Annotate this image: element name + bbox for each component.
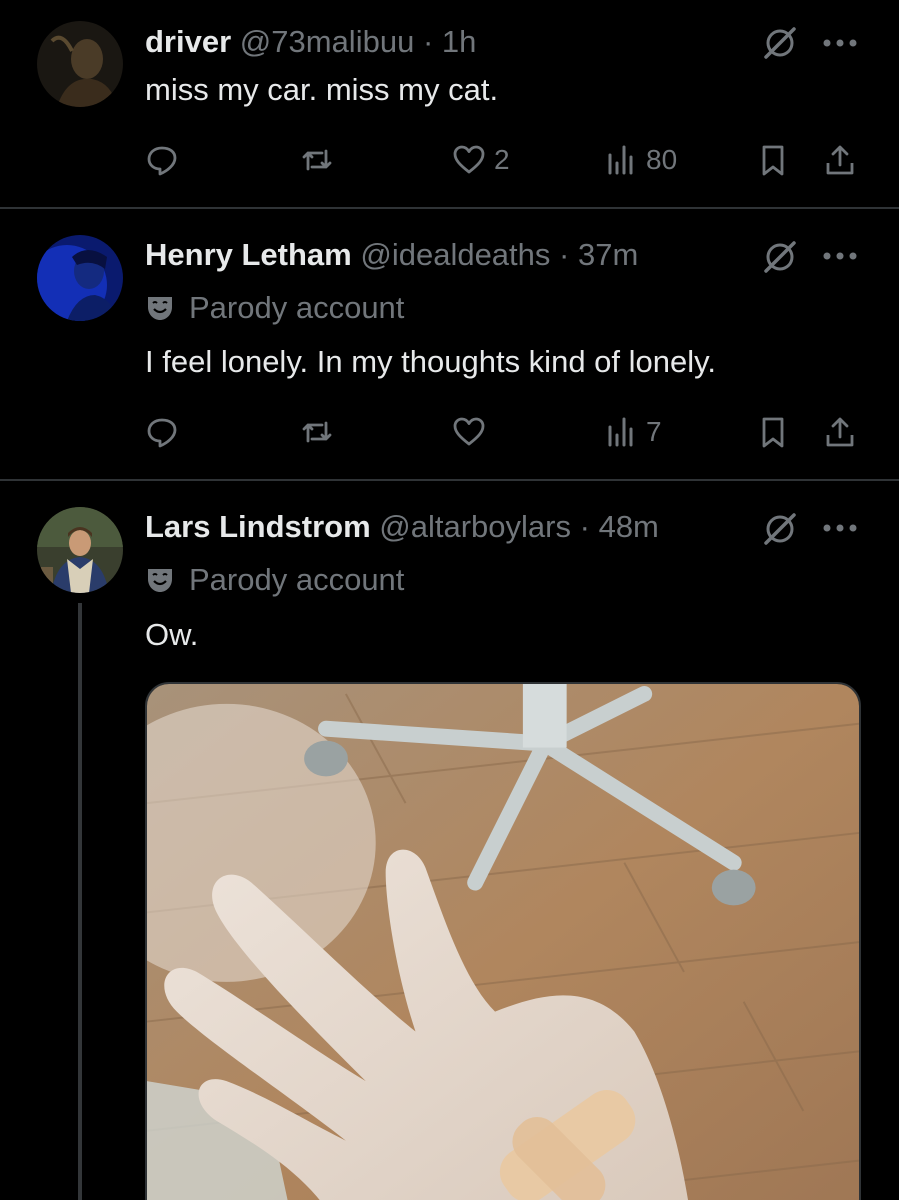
parody-label: Parody account (145, 561, 404, 599)
more-icon[interactable] (820, 521, 860, 535)
separator: · (422, 24, 434, 59)
share-button[interactable] (823, 140, 857, 180)
tweet-actions: 7 (0, 412, 899, 452)
heart-icon (453, 417, 485, 446)
repost-button[interactable] (300, 412, 342, 452)
tweet-actions: 2 80 (0, 140, 899, 180)
parody-text: Parody account (189, 562, 405, 597)
avatar[interactable] (37, 235, 123, 321)
bookmark-button[interactable] (756, 412, 790, 452)
heart-icon (453, 145, 485, 174)
reply-icon (147, 146, 177, 176)
views-count: 80 (646, 144, 678, 175)
display-name[interactable]: driver (145, 24, 231, 59)
more-icon[interactable] (820, 249, 860, 263)
tweet-header: Henry Letham @idealdeaths · 37m (145, 236, 638, 274)
grok-icon[interactable] (762, 25, 798, 61)
tweet-text: Ow. (145, 617, 199, 652)
views-icon (608, 417, 633, 447)
reply-button[interactable] (145, 412, 187, 452)
avatar[interactable] (37, 507, 123, 593)
parody-text: Parody account (189, 290, 405, 325)
bookmark-icon (762, 417, 784, 448)
bookmark-icon (762, 145, 784, 176)
grok-icon[interactable] (762, 511, 798, 547)
tweet[interactable]: Henry Letham @idealdeaths · 37m Parody a… (0, 209, 899, 479)
display-name[interactable]: Lars Lindstrom (145, 509, 371, 544)
tweet[interactable]: driver @73malibuu · 1h miss my car. miss… (0, 0, 899, 208)
share-button[interactable] (823, 412, 857, 452)
timeline: driver @73malibuu · 1h miss my car. miss… (0, 0, 899, 1200)
user-handle[interactable]: @altarboylars (379, 509, 571, 544)
separator: · (559, 237, 570, 272)
thread-line (78, 603, 82, 1200)
views-button[interactable]: 80 (604, 140, 677, 180)
share-icon (826, 417, 854, 447)
tweet-header: driver @73malibuu · 1h (145, 23, 476, 61)
grok-icon[interactable] (762, 239, 798, 275)
timestamp[interactable]: 1h (442, 24, 476, 59)
repost-button[interactable] (300, 140, 342, 180)
tweet-text: I feel lonely. In my thoughts kind of lo… (145, 344, 716, 379)
separator: · (579, 509, 590, 544)
repost-icon (302, 149, 332, 171)
user-handle[interactable]: @idealdeaths (360, 237, 550, 272)
like-button[interactable] (452, 412, 494, 452)
bookmark-button[interactable] (756, 140, 790, 180)
avatar[interactable] (37, 21, 123, 107)
views-count: 7 (646, 416, 662, 447)
user-handle[interactable]: @73malibuu (240, 24, 415, 59)
more-icon[interactable] (820, 36, 860, 50)
views-icon (608, 145, 633, 175)
parody-label: Parody account (145, 289, 404, 327)
display-name[interactable]: Henry Letham (145, 237, 352, 272)
views-button[interactable]: 7 (604, 412, 662, 452)
like-button[interactable]: 2 (452, 140, 510, 180)
share-icon (826, 145, 854, 175)
reply-icon (147, 418, 177, 448)
tweet-text: miss my car. miss my cat. (145, 72, 499, 107)
repost-icon (302, 421, 332, 443)
tweet-media-image[interactable] (145, 682, 861, 1200)
timestamp[interactable]: 48m (599, 509, 659, 544)
like-count: 2 (494, 144, 510, 175)
reply-button[interactable] (145, 140, 187, 180)
tweet-header: Lars Lindstrom @altarboylars · 48m (145, 508, 659, 546)
timestamp[interactable]: 37m (578, 237, 638, 272)
parody-mask-icon (148, 297, 172, 320)
parody-mask-icon (148, 569, 172, 592)
